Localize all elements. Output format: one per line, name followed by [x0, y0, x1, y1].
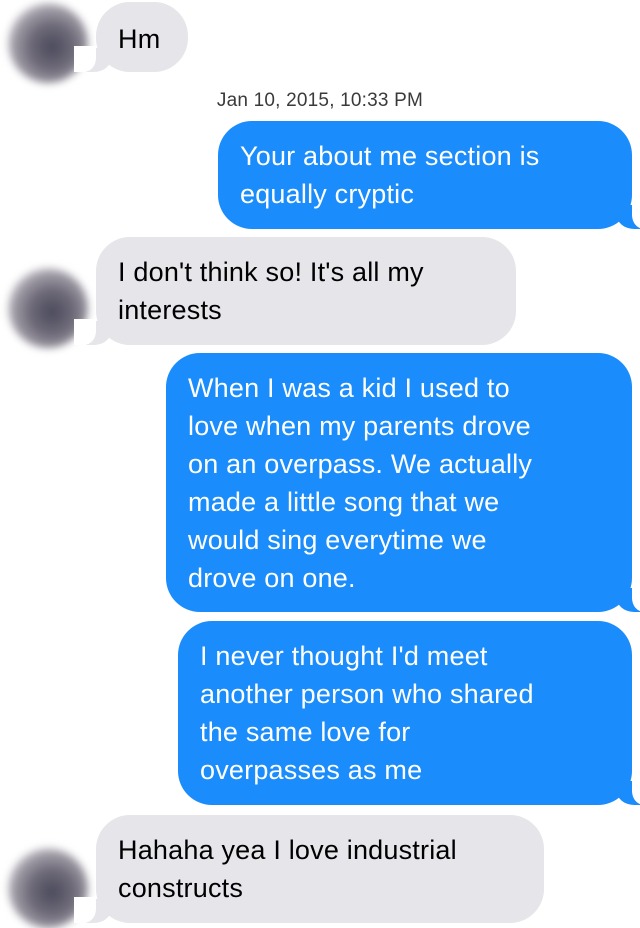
sent-message-bubble[interactable]: I never thought I'd meet another person … — [178, 621, 640, 805]
sent-message-bubble[interactable]: When I was a kid I used to love when my … — [166, 353, 640, 612]
sent-message-bubble[interactable]: Your about me section is equally cryptic — [218, 121, 640, 229]
message-timestamp: Jan 10, 2015, 10:33 PM — [216, 90, 424, 111]
received-message-bubble[interactable]: I don't think so! It's all my interests — [74, 237, 516, 345]
received-message-bubble[interactable]: Hm — [74, 2, 188, 72]
received-message-bubble[interactable]: Hahaha yea I love industrial constructs — [74, 815, 544, 923]
